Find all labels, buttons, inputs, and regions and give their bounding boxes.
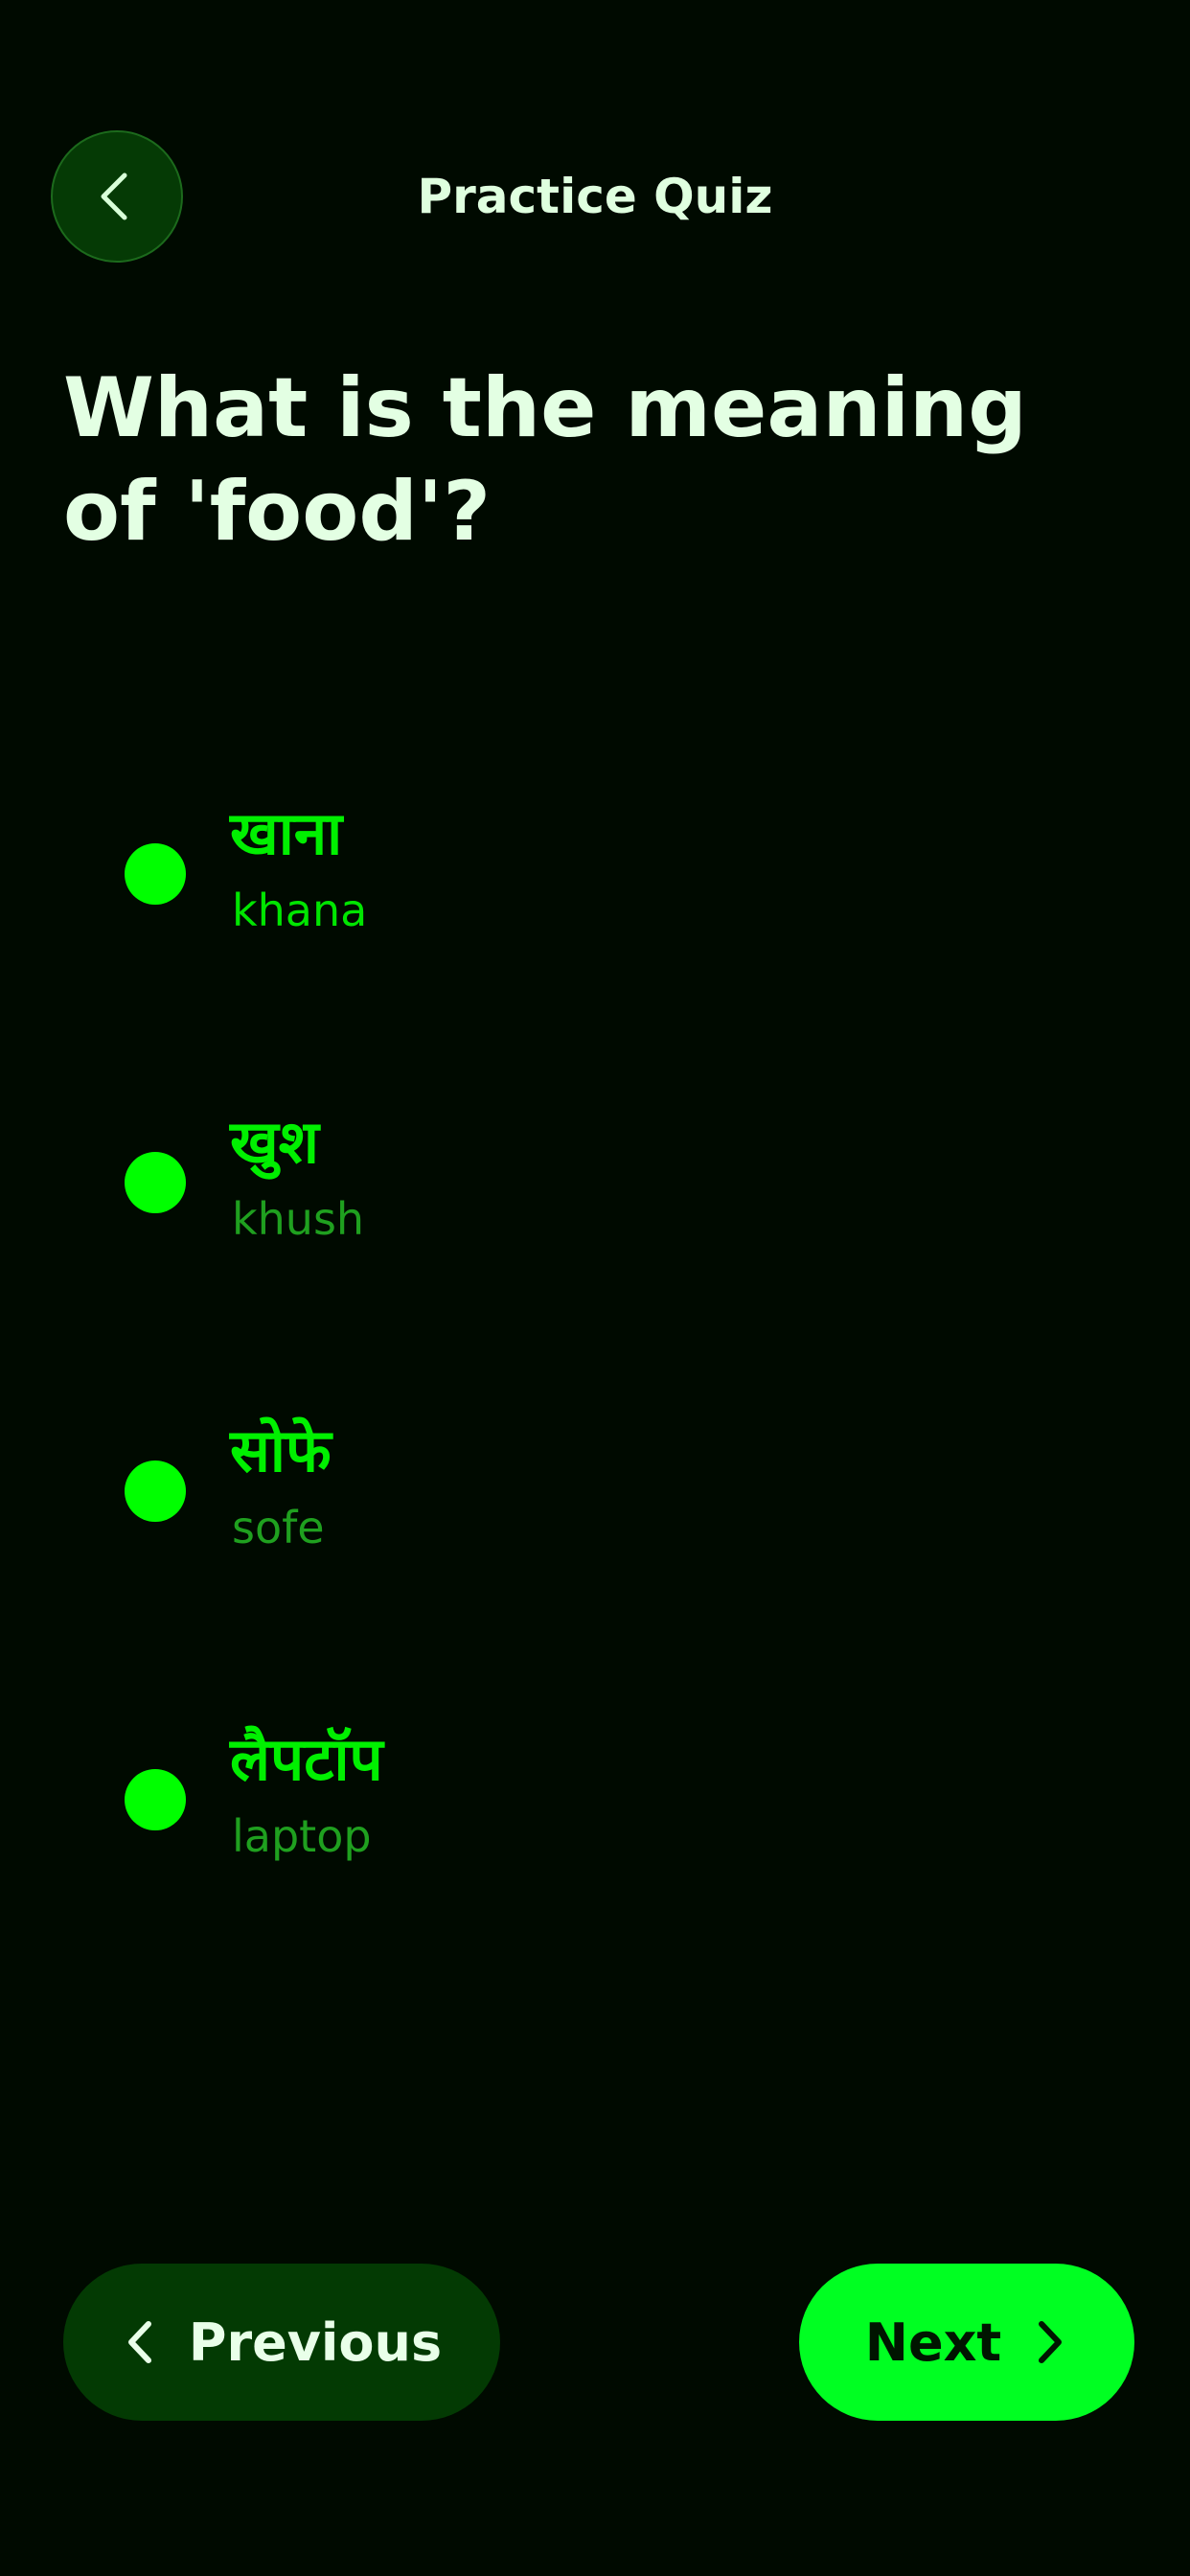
previous-button[interactable]: Previous	[63, 2264, 500, 2421]
option-native-text: लैपटॉप	[230, 1724, 383, 1794]
radio-button[interactable]	[125, 1460, 186, 1522]
answer-option-3[interactable]: सोफे sofe	[92, 1413, 1050, 1604]
option-transliteration: sofe	[232, 1502, 325, 1553]
option-transliteration: khana	[232, 885, 368, 936]
option-native-text: खाना	[230, 798, 343, 868]
chevron-left-icon	[127, 2321, 151, 2363]
answer-option-1[interactable]: खाना khana	[92, 795, 1050, 987]
option-native-text: सोफे	[230, 1415, 332, 1485]
answer-option-2[interactable]: खुश khush	[92, 1104, 1050, 1296]
chevron-right-icon	[1039, 2321, 1063, 2363]
radio-button[interactable]	[125, 1152, 186, 1213]
question-text: What is the meaning of 'food'?	[63, 360, 1027, 560]
page-title: Practice Quiz	[417, 169, 773, 224]
next-label: Next	[864, 2312, 1002, 2373]
answer-option-4[interactable]: लैपटॉप laptop	[92, 1721, 1050, 1913]
previous-label: Previous	[188, 2312, 443, 2373]
option-transliteration: khush	[232, 1193, 365, 1245]
radio-button[interactable]	[125, 843, 186, 905]
option-transliteration: laptop	[232, 1810, 372, 1862]
next-button[interactable]: Next	[799, 2264, 1134, 2421]
option-native-text: खुश	[230, 1107, 319, 1177]
radio-button[interactable]	[125, 1769, 186, 1830]
